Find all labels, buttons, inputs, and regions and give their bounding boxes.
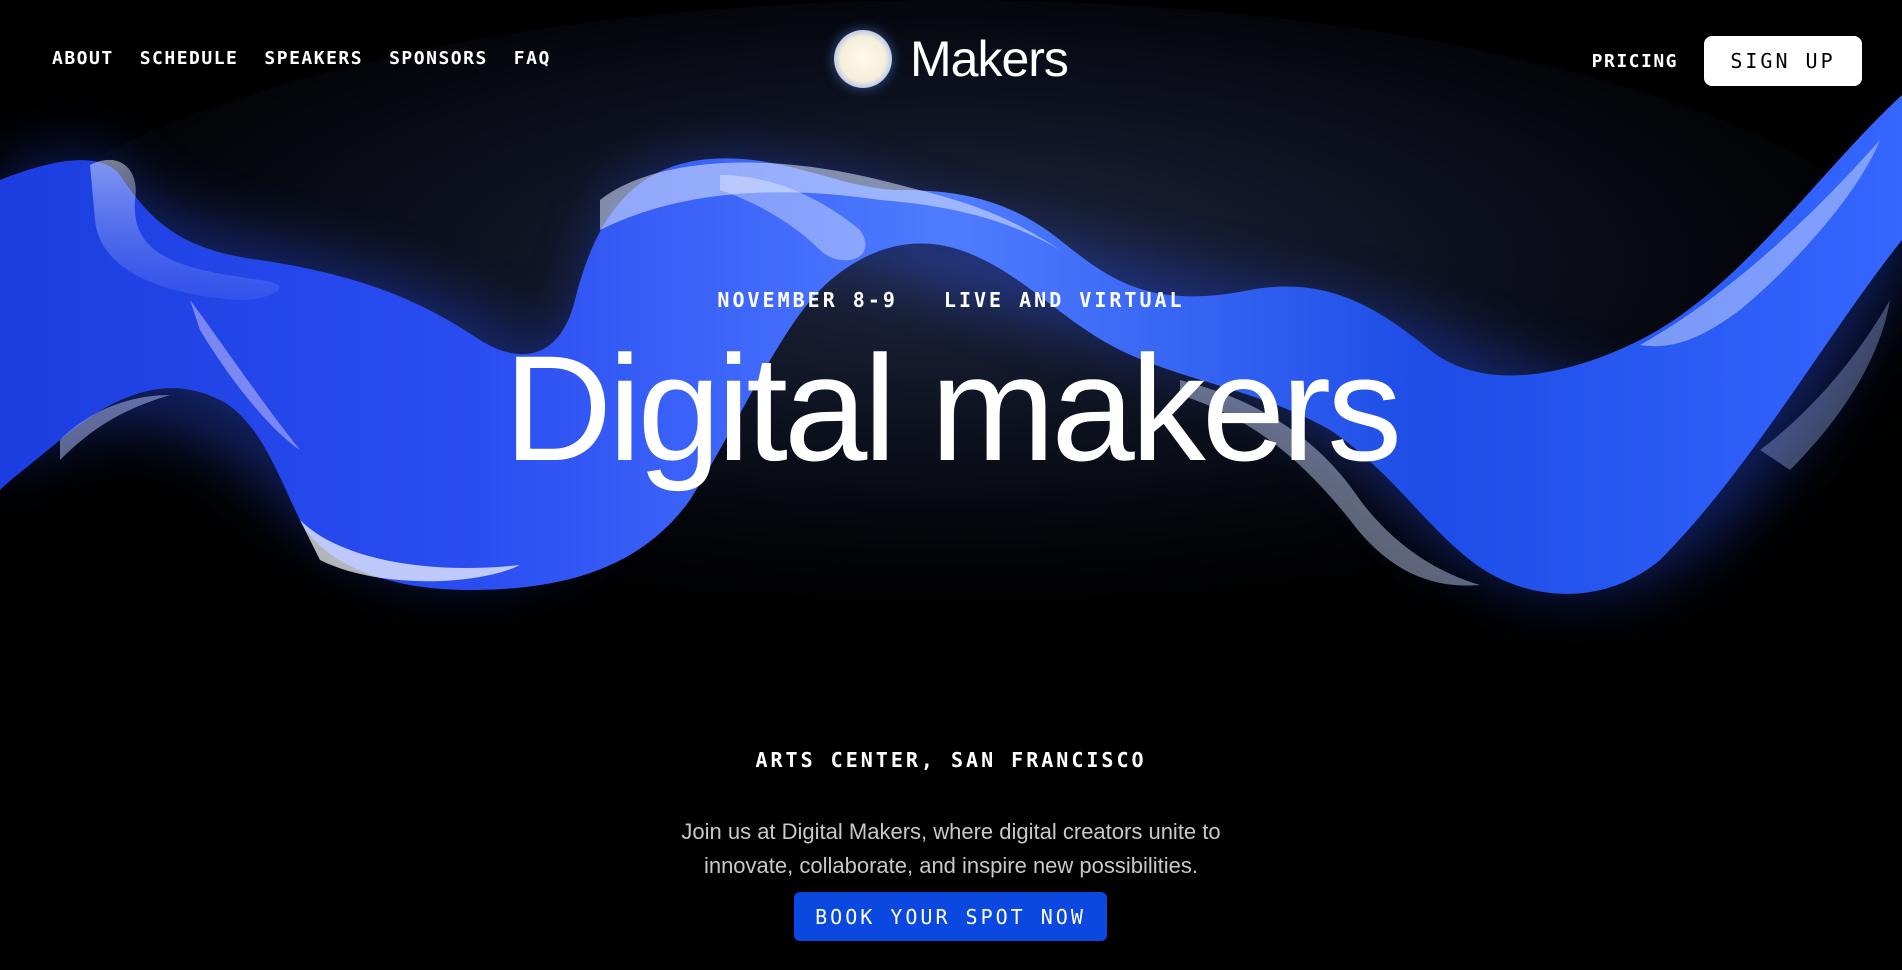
secondary-nav: PRICING SIGN UP: [1592, 36, 1862, 86]
nav-link-schedule[interactable]: SCHEDULE: [140, 48, 239, 69]
primary-nav-links: ABOUT SCHEDULE SPEAKERS SPONSORS FAQ: [52, 48, 551, 69]
nav-link-faq[interactable]: FAQ: [514, 48, 551, 69]
event-format: LIVE AND VIRTUAL: [943, 288, 1185, 312]
top-nav: ABOUT SCHEDULE SPEAKERS SPONSORS FAQ Mak…: [0, 0, 1902, 120]
brand-logo[interactable]: Makers: [834, 30, 1069, 88]
book-spot-button[interactable]: BOOK YOUR SPOT NOW: [794, 892, 1107, 941]
hero-description: Join us at Digital Makers, where digital…: [681, 819, 1221, 878]
nav-link-pricing[interactable]: PRICING: [1592, 51, 1678, 72]
hero-headline: Digital makers: [503, 324, 1402, 492]
nav-link-about[interactable]: ABOUT: [52, 48, 114, 69]
event-date: NOVEMBER 8-9: [717, 288, 898, 312]
event-location: ARTS CENTER, SAN FRANCISCO: [755, 748, 1147, 772]
nav-link-sponsors[interactable]: SPONSORS: [389, 48, 488, 69]
nav-link-speakers[interactable]: SPEAKERS: [264, 48, 363, 69]
glow-orb-logo-icon: [834, 30, 892, 88]
event-meta: NOVEMBER 8-9 LIVE AND VIRTUAL: [0, 288, 1902, 312]
sign-up-button[interactable]: SIGN UP: [1704, 36, 1862, 86]
brand-name: Makers: [910, 31, 1069, 87]
